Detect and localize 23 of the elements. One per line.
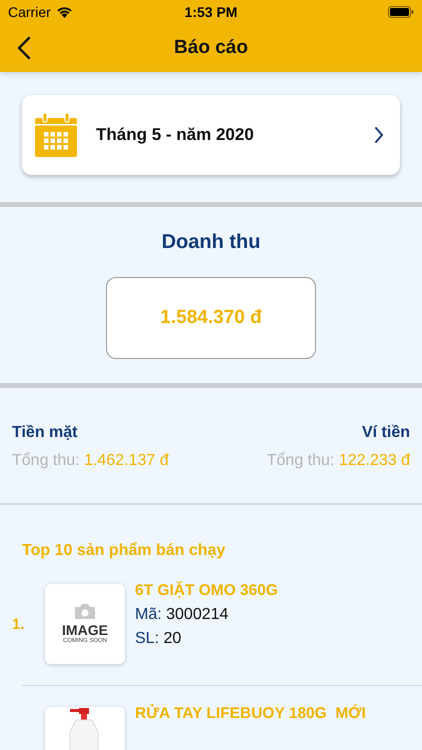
chevron-right-icon — [374, 126, 384, 144]
rank-number: 1. — [12, 616, 26, 632]
payment-total: Tổng thu: 122.233 đ — [266, 452, 410, 470]
screen-title: Báo cáo — [174, 37, 248, 59]
payment-title: Tiền mặt — [12, 424, 78, 442]
status-time: 1:53 PM — [184, 4, 238, 20]
payment-total: Tổng thu: 1.462.137 đ — [12, 452, 169, 470]
section-title: Top 10 sản phẩm bán chạy — [22, 542, 226, 560]
back-icon[interactable] — [17, 36, 31, 60]
period-selector[interactable]: Tháng 5 - năm 2020 — [22, 95, 400, 175]
product-name: RỬA TAY LIFEBUOY 180G MỚI — [135, 705, 366, 723]
carrier-name: Carrier — [8, 4, 51, 20]
product-name: 6T GIẶT OMO 360G — [135, 582, 278, 600]
revenue-amount: 1.584.370 đ — [106, 277, 316, 359]
product-quantity: SL: 20 — [135, 630, 182, 648]
product-code: Mã: 3000214 — [135, 606, 230, 624]
placeholder-text: IMAGE — [62, 622, 108, 638]
battery-icon — [388, 6, 414, 18]
calendar-icon — [35, 113, 77, 157]
payment-title: Ví tiền — [362, 424, 410, 442]
wifi-icon — [56, 6, 73, 18]
revenue-title: Doanh thu — [162, 231, 260, 254]
camera-icon — [75, 604, 95, 619]
